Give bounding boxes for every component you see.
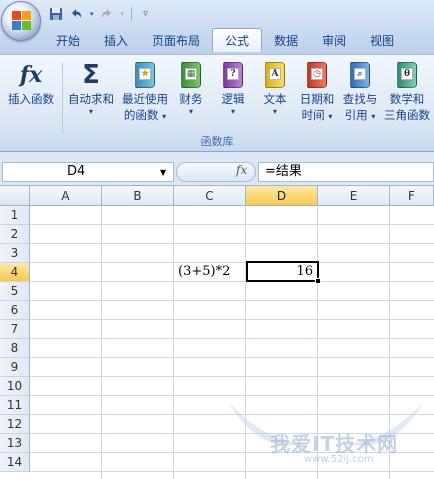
grid-line — [30, 319, 434, 320]
save-icon[interactable] — [48, 5, 65, 23]
row-header-7[interactable]: 7 — [0, 320, 30, 339]
datetime-label-2: 时间 ▾ — [301, 108, 333, 122]
row-header-5[interactable]: 5 — [0, 282, 30, 301]
grid-line — [101, 206, 102, 479]
math-label-1: 数学和 — [389, 92, 425, 106]
grid-line — [30, 243, 434, 244]
ribbon-tabs: 开始 插入 页面布局 公式 数据 审阅 视图 — [44, 28, 434, 52]
chevron-down-icon: ▾ — [88, 107, 93, 116]
financial-label: 财务 — [179, 92, 203, 106]
select-all-corner[interactable] — [0, 186, 30, 206]
tab-page-layout[interactable]: 页面布局 — [140, 28, 212, 52]
formula-input[interactable]: =结果 — [258, 162, 434, 182]
redo-dropdown-icon[interactable]: ▾ — [119, 5, 127, 23]
watermark: 我爱IT技术网 www.52ij.com — [218, 392, 434, 479]
autosum-button[interactable]: Σ 自动求和 ▾ — [64, 59, 118, 117]
book-magnifier-icon: ⌕ — [346, 59, 374, 91]
row-header-8[interactable]: 8 — [0, 339, 30, 358]
column-header-d[interactable]: D — [246, 186, 318, 206]
lookup-reference-button[interactable]: ⌕ 查找与 引用 ▾ — [338, 59, 382, 125]
math-trig-button[interactable]: θ 数学和 三角函数 — [382, 59, 432, 123]
function-library-group-label: 函数库 — [200, 135, 234, 148]
tab-insert[interactable]: 插入 — [92, 28, 140, 52]
formula-bar: D4 ▼ fx =结果 — [0, 152, 434, 186]
row-header-4[interactable]: 4 — [0, 263, 30, 282]
book-money-icon: ▦ — [177, 59, 205, 91]
row-header-13[interactable]: 13 — [0, 434, 30, 453]
lookup-label-2: 引用 ▾ — [344, 108, 376, 122]
row-header-6[interactable]: 6 — [0, 301, 30, 320]
office-button[interactable] — [1, 1, 41, 41]
datetime-label-1: 日期和 — [299, 92, 335, 106]
watermark-url: www.52ij.com — [304, 454, 374, 465]
book-text-icon: A — [261, 59, 289, 91]
chevron-down-icon: ▾ — [272, 107, 277, 116]
column-header-c[interactable]: C — [174, 186, 246, 206]
sigma-icon: Σ — [82, 60, 100, 90]
book-clock-icon: ◷ — [303, 59, 331, 91]
fx-icon[interactable]: fx — [236, 163, 247, 177]
recent-functions-label-2: 的函数 ▾ — [123, 108, 167, 122]
row-header-2[interactable]: 2 — [0, 225, 30, 244]
chevron-down-icon[interactable]: ▼ — [160, 168, 166, 177]
row-header-14[interactable]: 14 — [0, 453, 30, 472]
lookup-label-1: 查找与 — [342, 92, 378, 106]
text-label: 文本 — [263, 92, 287, 106]
logical-label: 逻辑 — [221, 92, 245, 106]
grid-line — [30, 224, 434, 225]
cell-d4-active[interactable]: 16 — [246, 261, 319, 282]
recent-functions-label-1: 最近使用 — [122, 92, 168, 106]
undo-dropdown-icon[interactable]: ▾ — [88, 5, 96, 23]
fill-handle[interactable] — [315, 278, 321, 284]
text-button[interactable]: A 文本 ▾ — [258, 59, 292, 117]
datetime-button[interactable]: ◷ 日期和 时间 ▾ — [296, 59, 338, 125]
redo-icon[interactable] — [99, 5, 116, 23]
customize-icon[interactable]: ▿ — [137, 5, 154, 23]
insert-function-label: 插入函数 — [8, 92, 54, 106]
logical-button[interactable]: ? 逻辑 ▾ — [216, 59, 250, 117]
undo-icon[interactable] — [68, 5, 85, 23]
grid-line — [30, 357, 434, 358]
grid-line — [30, 300, 434, 301]
row-header-12[interactable]: 12 — [0, 415, 30, 434]
ribbon-separator — [62, 63, 63, 133]
column-header-b[interactable]: B — [102, 186, 174, 206]
chevron-down-icon: ▾ — [188, 107, 193, 116]
tab-data[interactable]: 数据 — [262, 28, 310, 52]
fx-icon: fx — [19, 62, 43, 88]
book-star-icon: ★ — [131, 59, 159, 91]
column-header-e[interactable]: E — [318, 186, 390, 206]
tab-review[interactable]: 审阅 — [310, 28, 358, 52]
insert-function-button[interactable]: fx 插入函数 — [4, 59, 58, 107]
title-bar: ▾ ▾ ▿ 开始 插入 页面布局 公式 数据 审阅 视图 — [0, 0, 434, 54]
row-header-1[interactable]: 1 — [0, 206, 30, 225]
row-header-11[interactable]: 11 — [0, 396, 30, 415]
autosum-label: 自动求和 — [68, 92, 114, 106]
tab-view[interactable]: 视图 — [358, 28, 406, 52]
grid-line — [30, 376, 434, 377]
row-header-10[interactable]: 10 — [0, 377, 30, 396]
grid-line — [173, 206, 174, 479]
recent-functions-button[interactable]: ★ 最近使用 的函数 ▾ — [118, 59, 172, 125]
financial-button[interactable]: ▦ 财务 ▾ — [174, 59, 208, 117]
tab-formulas[interactable]: 公式 — [212, 28, 263, 52]
book-question-icon: ? — [219, 59, 247, 91]
quick-access-toolbar: ▾ ▾ ▿ — [44, 4, 154, 24]
watermark-text: 我爱IT技术网 — [270, 432, 399, 456]
grid-line — [30, 281, 434, 282]
row-header-9[interactable]: 9 — [0, 358, 30, 377]
qat-separator — [131, 7, 132, 21]
name-box[interactable]: D4 — [2, 162, 174, 182]
row-header-3[interactable]: 3 — [0, 244, 30, 263]
column-header-f[interactable]: F — [390, 186, 434, 206]
book-theta-icon: θ — [393, 59, 421, 91]
tab-home[interactable]: 开始 — [44, 28, 92, 52]
math-label-2: 三角函数 — [384, 108, 430, 122]
cell-c4[interactable]: (3+5)*2 — [174, 262, 246, 281]
grid-line — [30, 338, 434, 339]
ribbon: fx 插入函数 Σ 自动求和 ▾ ★ 最近使用 的函数 ▾ ▦ 财务 ▾ ? 逻… — [0, 54, 434, 152]
chevron-down-icon: ▾ — [230, 107, 235, 116]
column-header-a[interactable]: A — [30, 186, 102, 206]
office-logo-icon — [12, 11, 32, 31]
